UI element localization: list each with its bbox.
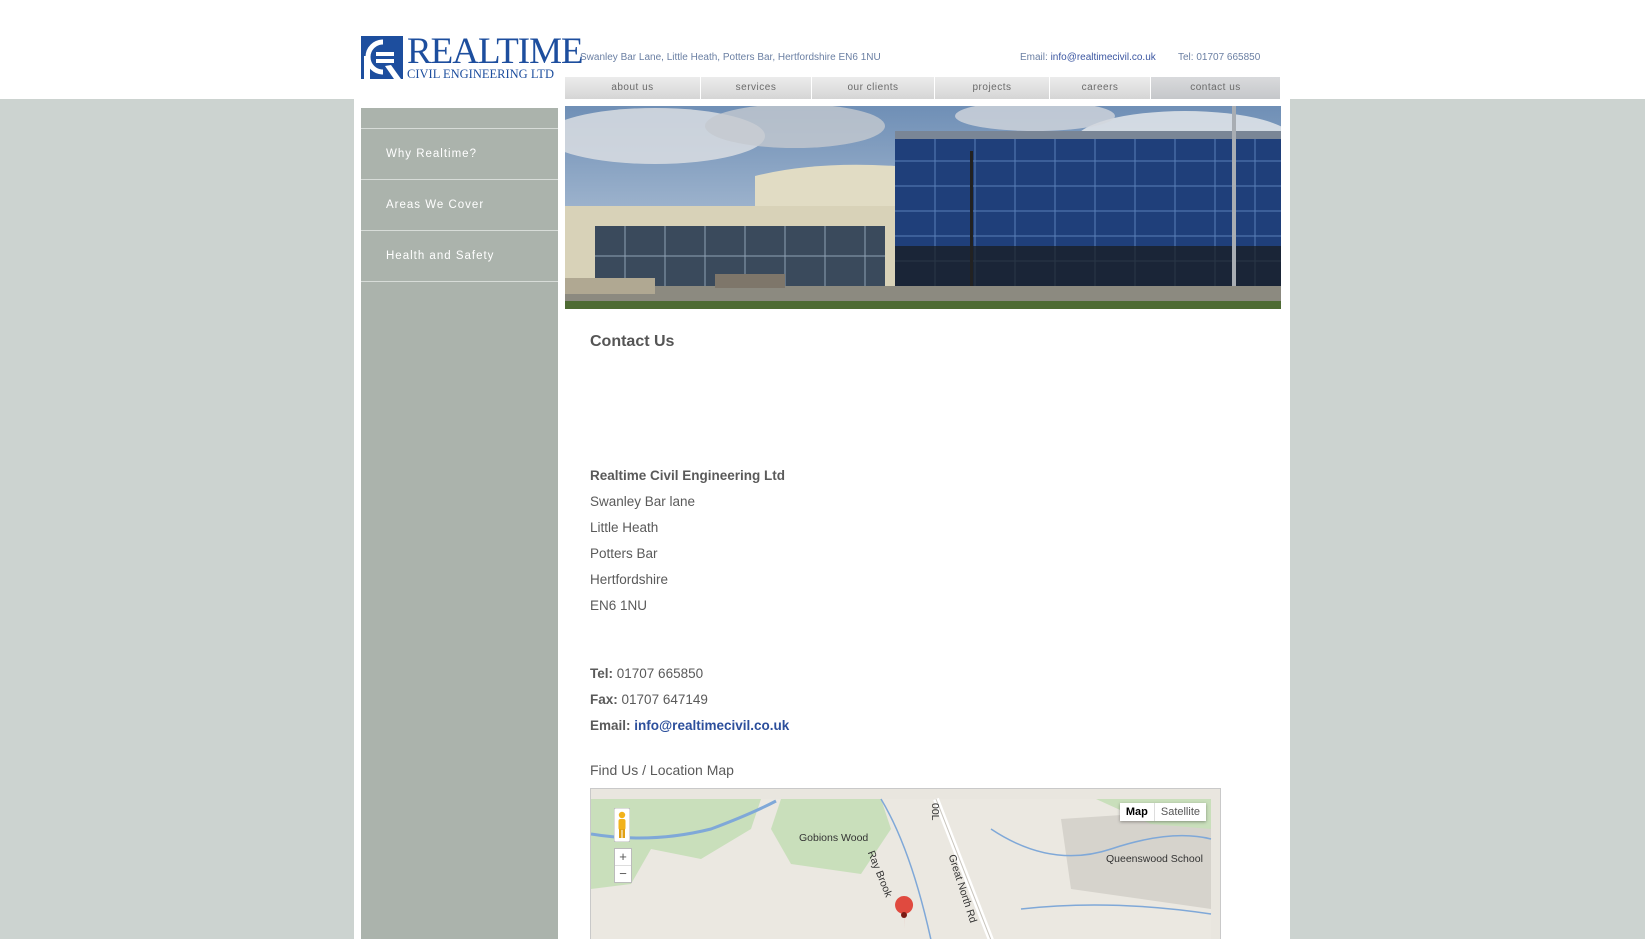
company-name: Realtime Civil Engineering Ltd xyxy=(590,468,786,483)
nav-tab-our-clients[interactable]: our clients xyxy=(812,77,935,99)
zoom-out-button[interactable]: − xyxy=(615,865,631,882)
nav-tab-careers[interactable]: careers xyxy=(1050,77,1151,99)
header-email-link[interactable]: info@realtimecivil.co.uk xyxy=(1051,52,1156,63)
page-title: Contact Us xyxy=(590,333,675,350)
nav-tab-contact-us[interactable]: contact us xyxy=(1151,77,1281,99)
sidebar-item-areas-we-cover[interactable]: Areas We Cover xyxy=(361,180,558,231)
email-link[interactable]: info@realtimecivil.co.uk xyxy=(634,718,789,733)
map-label-road-code: 00L xyxy=(929,803,941,821)
contact-fax: Fax: 01707 647149 xyxy=(590,692,708,707)
pegman-icon[interactable] xyxy=(614,808,630,842)
nav-tab-about-us[interactable]: about us xyxy=(565,77,701,99)
header-email-label: Email: xyxy=(1020,52,1048,63)
zoom-in-button[interactable]: + xyxy=(615,849,631,865)
map-type-map-button[interactable]: Map xyxy=(1120,803,1155,821)
main-nav: about us services our clients projects c… xyxy=(565,77,1281,99)
header-tel: Tel: 01707 665850 xyxy=(1178,52,1261,63)
tel-label: Tel: xyxy=(590,666,613,681)
sidebar-item-health-and-safety[interactable]: Health and Safety xyxy=(361,231,558,282)
address-line: Hertfordshire xyxy=(590,572,669,587)
nav-tab-services[interactable]: services xyxy=(701,77,812,99)
contact-tel: Tel: 01707 665850 xyxy=(590,666,703,681)
location-map[interactable]: Gobions Wood Ray Brook Great North Rd 00… xyxy=(590,788,1221,939)
address-line: Little Heath xyxy=(590,520,659,535)
fax-value: 01707 647149 xyxy=(621,692,708,707)
header-email: Email: info@realtimecivil.co.uk xyxy=(1020,52,1156,63)
email-label: Email: xyxy=(590,718,631,733)
map-type-control: Map Satellite xyxy=(1119,803,1206,821)
address-line: Potters Bar xyxy=(590,546,658,561)
map-heading: Find Us / Location Map xyxy=(590,762,734,778)
site-logo[interactable]: REALTIME CIVIL ENGINEERING LTD xyxy=(361,32,584,81)
logo-wordmark: REALTIME xyxy=(407,31,584,72)
map-zoom-control: + − xyxy=(614,848,632,883)
map-type-satellite-button[interactable]: Satellite xyxy=(1155,803,1206,821)
sidebar-header xyxy=(361,108,558,129)
address-line: EN6 1NU xyxy=(590,598,648,613)
contact-email: Email: info@realtimecivil.co.uk xyxy=(590,718,789,733)
realtime-logo-mark xyxy=(361,36,403,79)
map-label-school: Queenswood School xyxy=(1106,853,1203,865)
nav-tab-projects[interactable]: projects xyxy=(935,77,1050,99)
banner-image xyxy=(565,106,1281,309)
building-photo xyxy=(565,106,1281,309)
header-address: Swanley Bar Lane, Little Heath, Potters … xyxy=(580,52,881,63)
sidebar: Why Realtime? Areas We Cover Health and … xyxy=(361,108,558,939)
sidebar-item-why-realtime[interactable]: Why Realtime? xyxy=(361,129,558,180)
map-label-wood: Gobions Wood xyxy=(799,832,869,844)
fax-label: Fax: xyxy=(590,692,618,707)
address-line: Swanley Bar lane xyxy=(590,494,696,509)
tel-value: 01707 665850 xyxy=(616,666,704,681)
logo-subtitle: CIVIL ENGINEERING LTD xyxy=(407,67,554,81)
